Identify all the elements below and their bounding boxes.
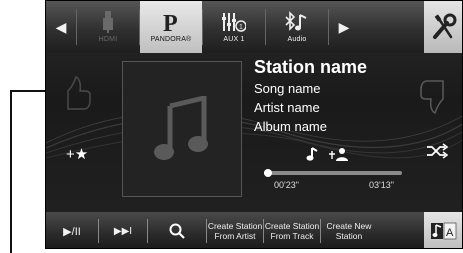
create-station-from-artist-button[interactable]: Create Station From Artist — [207, 212, 263, 248]
source-label: AUX 1 — [223, 36, 245, 43]
head-unit-screen: ◀ HDMI P PANDORA® 1 AUX 1 Audio ▶ +★ Sta… — [45, 0, 463, 249]
add-star-icon: +★ — [66, 146, 89, 163]
music-mode-icon: A — [431, 222, 457, 240]
create-new-station-button[interactable]: Create New Station — [321, 212, 377, 248]
thumbs-up-button[interactable] — [64, 75, 92, 120]
button-label-line2: From Artist — [214, 231, 256, 241]
source-label: PANDORA® — [150, 36, 192, 43]
track-info: Station name Song name Artist name Album… — [254, 55, 367, 136]
wrench-screwdriver-icon — [433, 13, 457, 39]
search-button[interactable] — [148, 212, 206, 248]
play-pause-icon: ▶/II — [63, 225, 81, 238]
button-label-line1: Create Station — [207, 221, 263, 231]
source-label: HDMI — [98, 36, 118, 43]
aux-mixer-icon: 1 — [222, 13, 246, 32]
button-label-line2: From Track — [270, 231, 314, 241]
source-pandora-button[interactable]: P PANDORA® — [140, 1, 202, 53]
thumbs-down-button[interactable] — [419, 75, 447, 120]
artist-name: Artist name — [254, 100, 320, 115]
track-badges — [306, 147, 348, 161]
right-arrow-icon: ▶ — [338, 18, 350, 35]
pandora-p-icon: P — [163, 11, 178, 33]
music-note-icon — [154, 96, 208, 160]
thumbs-down-icon — [420, 80, 444, 115]
album-name: Album name — [254, 119, 327, 134]
svg-text:A: A — [446, 227, 454, 239]
song-name: Song name — [254, 81, 321, 96]
station-name: Station name — [254, 57, 368, 77]
callout-line-vertical — [10, 90, 12, 253]
progress-bar[interactable] — [264, 169, 402, 177]
shuffle-icon — [427, 143, 449, 159]
thumbs-up-icon — [67, 75, 91, 110]
total-time: 03'13" — [369, 180, 394, 190]
shuffle-button[interactable] — [426, 143, 449, 164]
now-playing-panel: +★ Station name Song name Artist name Al… — [46, 53, 462, 211]
play-pause-button[interactable]: ▶/II — [46, 212, 98, 248]
bluetooth-music-icon — [285, 11, 307, 31]
source-aux1-button[interactable]: 1 AUX 1 — [203, 1, 265, 53]
svg-text:P: P — [163, 11, 178, 33]
search-icon — [169, 223, 185, 239]
create-station-from-track-button[interactable]: Create Station From Track — [264, 212, 320, 248]
prev-source-button[interactable]: ◀ — [46, 1, 76, 53]
svg-text:1: 1 — [239, 24, 243, 31]
left-arrow-icon: ◀ — [55, 18, 67, 35]
artist-bookmark-icon — [329, 148, 348, 161]
skip-next-icon: ▶▶I — [113, 225, 133, 237]
function-bar: ▶/II ▶▶I Create Station From Artist Crea… — [46, 212, 462, 248]
next-source-button[interactable]: ▶ — [329, 1, 359, 53]
setup-button[interactable] — [424, 1, 462, 53]
button-label-line1: Create Station — [264, 221, 320, 231]
bookmark-button[interactable]: +★ — [66, 145, 88, 163]
button-label-line1: Create New — [326, 221, 372, 231]
music-note-icon — [306, 147, 318, 161]
source-bt-audio-button[interactable]: Audio — [266, 1, 328, 53]
source-hdmi-button[interactable]: HDMI — [77, 1, 139, 53]
source-label: Audio — [287, 36, 307, 43]
source-bar: ◀ HDMI P PANDORA® 1 AUX 1 Audio ▶ — [46, 1, 462, 53]
mode-toggle-button[interactable]: A — [424, 212, 462, 248]
elapsed-time: 00'23" — [274, 180, 299, 190]
album-art — [122, 61, 242, 197]
usb-connector-icon — [103, 11, 113, 33]
button-label-line2: Station — [335, 231, 363, 241]
skip-button[interactable]: ▶▶I — [99, 212, 147, 248]
